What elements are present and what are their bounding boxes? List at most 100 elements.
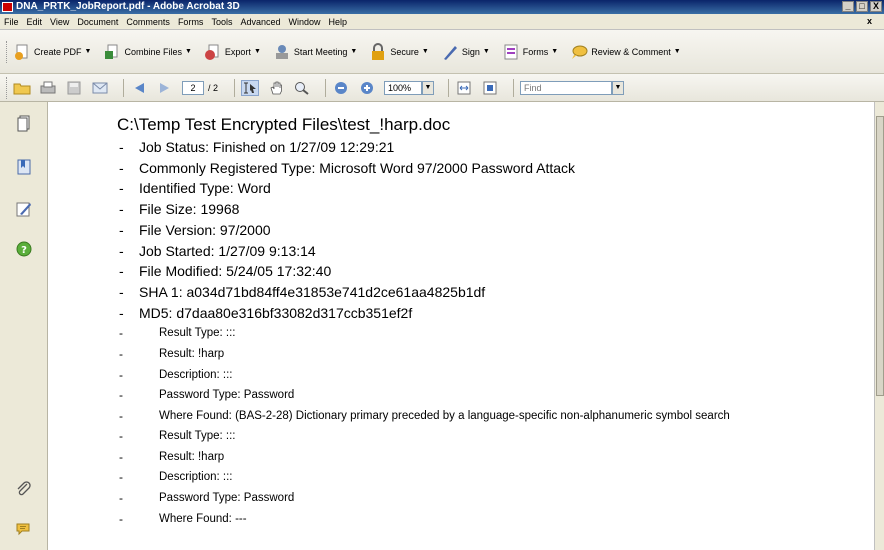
toolbar-separator: [448, 78, 450, 97]
pages-panel-icon[interactable]: [15, 114, 33, 132]
toolbar-grip[interactable]: [6, 76, 9, 99]
attachments-paperclip-icon[interactable]: [15, 480, 33, 498]
review-comment-button[interactable]: Review & Comment ▼: [570, 43, 681, 61]
result-item: - Result Type: :::: [117, 323, 857, 344]
list-item: - MD5: d7daa80e316bf33082d317ccb351ef2f: [117, 303, 857, 324]
list-item: - Commonly Registered Type: Microsoft Wor…: [117, 158, 857, 179]
password-type: Password Type: Password: [159, 492, 295, 505]
result-description: Description: :::: [159, 368, 233, 381]
meeting-icon: [275, 44, 288, 59]
registered-type: Commonly Registered Type: Microsoft Word…: [139, 159, 576, 176]
comments-panel-icon[interactable]: [15, 520, 33, 538]
menu-document[interactable]: Document: [77, 17, 118, 27]
bookmarks-panel-icon[interactable]: [15, 158, 33, 176]
fit-page-icon[interactable]: [481, 80, 499, 96]
menu-help[interactable]: Help: [329, 17, 348, 27]
create-pdf-label: Create PDF: [34, 46, 82, 57]
menu-file[interactable]: File: [4, 17, 19, 27]
document-view[interactable]: C:\Temp Test Encrypted Files\test_!harp.…: [49, 102, 874, 550]
find-input[interactable]: Find: [520, 80, 613, 95]
result-item: - Result: !harp: [117, 344, 857, 365]
task-toolbar: Create PDF ▼ Combine Files ▼ Export ▼ Start…: [0, 30, 884, 74]
lock-icon: [372, 42, 385, 60]
navigation-pane: ?: [0, 102, 48, 550]
toolbar-grip[interactable]: [6, 40, 9, 63]
email-icon[interactable]: [91, 80, 109, 96]
bullet-dash: -: [119, 408, 123, 423]
bullet-dash: -: [119, 429, 123, 444]
bullet-dash: -: [119, 491, 123, 506]
result-type: Result Type: :::: [159, 327, 236, 340]
menu-window[interactable]: Window: [288, 17, 320, 27]
menu-edit[interactable]: Edit: [27, 17, 43, 27]
page-number-input[interactable]: 2: [182, 80, 204, 95]
combine-files-label: Combine Files: [124, 46, 182, 57]
next-page-icon[interactable]: [156, 80, 174, 96]
result-item: - Description: :::: [117, 365, 857, 386]
fit-width-icon[interactable]: [455, 80, 473, 96]
signatures-panel-icon[interactable]: [15, 200, 33, 218]
menu-comments[interactable]: Comments: [126, 17, 170, 27]
window-controls: _ □ X: [842, 1, 882, 12]
file-path-heading: C:\Temp Test Encrypted Files\test_!harp.…: [117, 115, 451, 134]
scrollbar-thumb[interactable]: [876, 116, 884, 396]
open-folder-icon[interactable]: [13, 80, 31, 96]
zoom-tool-icon[interactable]: [293, 80, 311, 96]
bullet-dash: -: [119, 326, 123, 341]
zoom-in-icon[interactable]: [358, 80, 376, 96]
previous-page-icon[interactable]: [130, 80, 148, 96]
comment-bubble-icon: [572, 45, 588, 59]
bullet-dash: -: [119, 159, 124, 176]
result-item: - Where Found: (BAS-2-28) Dictionary prim…: [117, 406, 817, 427]
result-item: - Password Type: Password: [117, 488, 857, 509]
list-item: - File Modified: 5/24/05 17:32:40: [117, 261, 857, 282]
print-icon[interactable]: [39, 80, 57, 96]
chevron-down-icon: ▼: [482, 48, 490, 55]
chevron-down-icon: ▼: [84, 48, 92, 55]
sign-button[interactable]: Sign ▼: [441, 43, 490, 61]
hand-tool-icon[interactable]: [267, 80, 285, 96]
bullet-dash: -: [119, 201, 124, 218]
pen-icon: [443, 45, 457, 60]
combine-files-button[interactable]: Combine Files ▼: [103, 43, 192, 61]
help-icon[interactable]: ?: [15, 240, 33, 258]
menu-forms[interactable]: Forms: [178, 17, 204, 27]
list-item: - Job Started: 1/27/09 9:13:14: [117, 241, 857, 262]
find-dropdown-chevron-icon[interactable]: ▼: [612, 80, 625, 95]
acrobat-icon: [2, 2, 13, 12]
toolbar-separator: [513, 78, 515, 97]
zoom-out-icon[interactable]: [332, 80, 350, 96]
menu-tools[interactable]: Tools: [211, 17, 232, 27]
forms-button[interactable]: Forms ▼: [502, 43, 558, 61]
maximize-button[interactable]: □: [856, 1, 868, 12]
close-button[interactable]: X: [870, 1, 882, 12]
start-meeting-label: Start Meeting: [293, 46, 348, 57]
menu-advanced[interactable]: Advanced: [240, 17, 280, 27]
window-title: DNA_PRTK_JobReport.pdf - Adobe Acrobat 3…: [16, 1, 240, 12]
select-text-tool-icon[interactable]: [241, 79, 260, 96]
document-close-icon[interactable]: x: [867, 16, 872, 26]
zoom-level-input[interactable]: 100%: [384, 80, 423, 95]
result-type: Result Type: :::: [159, 430, 236, 443]
bullet-dash: -: [119, 346, 123, 361]
create-pdf-button[interactable]: Create PDF ▼: [13, 43, 91, 61]
minimize-button[interactable]: _: [842, 1, 854, 12]
vertical-scrollbar[interactable]: [874, 102, 884, 550]
bullet-dash: -: [119, 263, 124, 280]
save-icon[interactable]: [65, 80, 83, 96]
export-label: Export: [224, 46, 251, 57]
form-icon: [504, 44, 518, 59]
bullet-dash: -: [119, 139, 124, 155]
list-item: - Identified Type: Word: [117, 178, 857, 199]
result-description: Description: :::: [159, 471, 233, 484]
zoom-dropdown-chevron-icon[interactable]: ▼: [422, 80, 435, 95]
secure-button[interactable]: Secure ▼: [369, 42, 429, 61]
page-count: / 2: [208, 82, 219, 93]
start-meeting-button[interactable]: Start Meeting ▼: [273, 43, 357, 61]
export-button[interactable]: Export ▼: [204, 43, 261, 61]
menu-view[interactable]: View: [50, 17, 69, 27]
bullet-dash: -: [119, 180, 124, 197]
sha1-hash: SHA 1: a034d71bd84ff4e31853e741d2ce61aa4…: [139, 283, 486, 300]
navigation-toolbar: 2 / 2 100% ▼ Find ▼: [0, 74, 884, 102]
export-icon: [204, 44, 219, 60]
